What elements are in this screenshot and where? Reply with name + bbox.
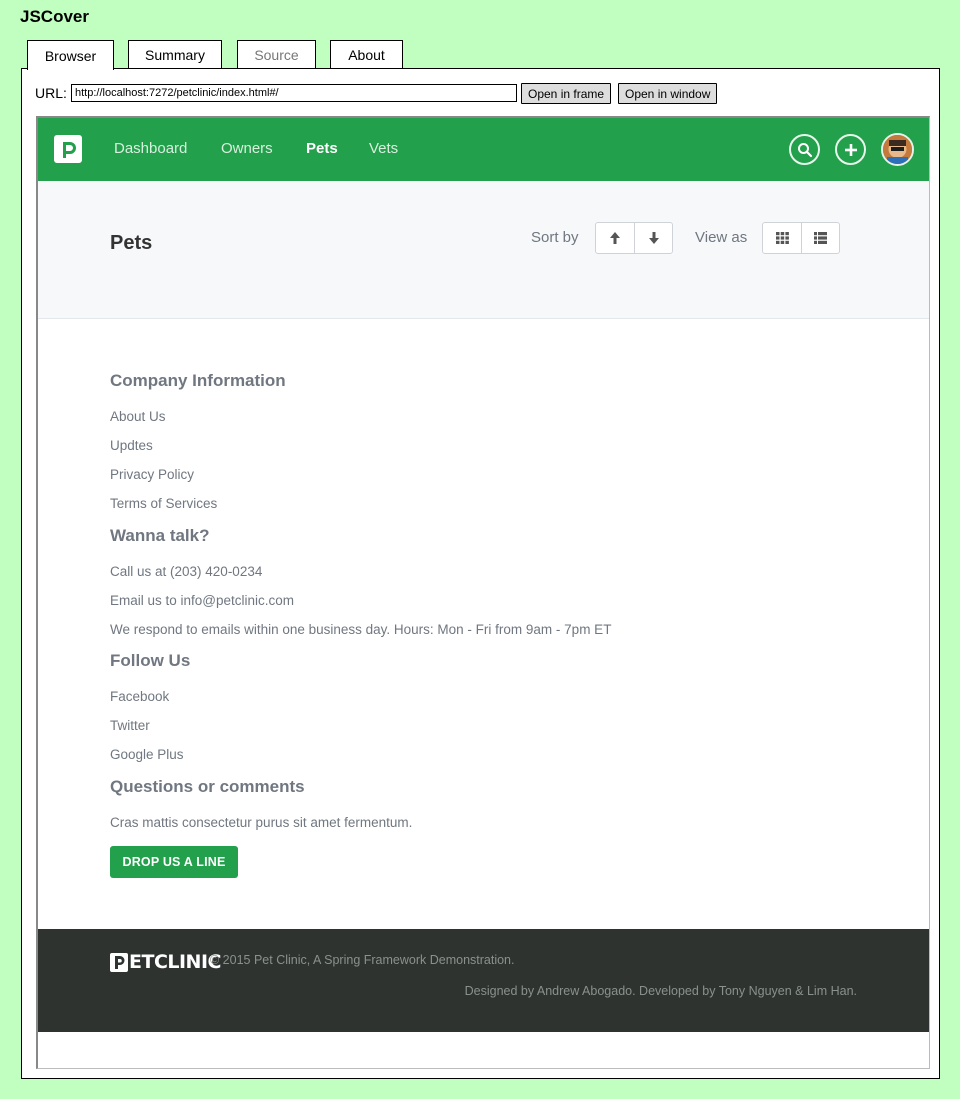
phone-text: Call us at (203) 420-0234 (110, 564, 263, 579)
user-avatar[interactable] (881, 133, 914, 166)
hours-text: We respond to emails within one business… (110, 622, 612, 637)
url-label: URL: (35, 85, 67, 101)
updates-link[interactable]: Updtes (110, 438, 153, 453)
petclinic-brand: ETCLINIC (110, 951, 221, 973)
about-us-link[interactable]: About Us (110, 409, 166, 424)
nav-dashboard[interactable]: Dashboard (114, 140, 187, 157)
plus-icon[interactable] (835, 134, 866, 165)
open-in-window-button[interactable]: Open in window (618, 83, 718, 104)
arrow-down-icon (648, 232, 659, 244)
url-input[interactable] (71, 84, 517, 102)
grid-view-button[interactable] (763, 223, 801, 253)
view-as-label: View as (695, 229, 748, 246)
questions-text: Cras mattis consectetur purus sit amet f… (110, 815, 413, 830)
page-title: Pets (110, 232, 153, 254)
follow-us-heading: Follow Us (110, 651, 191, 670)
list-view-icon (814, 232, 827, 244)
view-button-group (762, 222, 840, 254)
copyright-text: © 2015 Pet Clinic, A Spring Framework De… (210, 953, 515, 967)
petclinic-logo-icon[interactable] (54, 135, 82, 163)
arrow-up-icon (610, 232, 620, 244)
app-iframe[interactable]: Dashboard Owners Pets Vets Pets Sort by … (36, 116, 930, 1069)
sort-by-label: Sort by (531, 229, 579, 246)
sort-button-group (595, 222, 673, 254)
nav-owners[interactable]: Owners (221, 140, 273, 157)
tab-summary[interactable]: Summary (128, 40, 222, 69)
nav-vets[interactable]: Vets (369, 140, 398, 157)
petclinic-brand-icon (110, 952, 128, 972)
tab-source[interactable]: Source (237, 40, 316, 69)
questions-heading: Questions or comments (110, 777, 305, 796)
list-view-button[interactable] (801, 223, 839, 253)
wanna-talk-heading: Wanna talk? (110, 526, 210, 545)
company-info-heading: Company Information (110, 371, 286, 390)
open-in-frame-button[interactable]: Open in frame (521, 83, 612, 104)
credits-text: Designed by Andrew Abogado. Developed by… (464, 984, 857, 998)
google-plus-link[interactable]: Google Plus (110, 747, 184, 762)
browser-panel: URL: Open in frame Open in window Dashbo… (21, 68, 940, 1079)
twitter-link[interactable]: Twitter (110, 718, 150, 733)
top-navbar: Dashboard Owners Pets Vets (38, 118, 929, 181)
grid-view-icon (775, 232, 789, 244)
facebook-link[interactable]: Facebook (110, 689, 169, 704)
tab-about[interactable]: About (330, 40, 403, 69)
search-icon[interactable] (789, 134, 820, 165)
tab-browser[interactable]: Browser (27, 40, 114, 70)
site-footer-bar: ETCLINIC © 2015 Pet Clinic, A Spring Fra… (38, 929, 929, 1032)
terms-of-services-link[interactable]: Terms of Services (110, 496, 217, 511)
page-header: Pets Sort by View as (38, 181, 929, 319)
privacy-policy-link[interactable]: Privacy Policy (110, 467, 194, 482)
sort-desc-button[interactable] (634, 223, 672, 253)
brand-text: ETCLINIC (129, 951, 221, 973)
sort-asc-button[interactable] (596, 223, 634, 253)
nav-pets[interactable]: Pets (306, 140, 338, 157)
app-title: JSCover (20, 7, 89, 26)
drop-us-a-line-button[interactable]: DROP US A LINE (110, 846, 238, 878)
email-text: Email us to info@petclinic.com (110, 593, 295, 608)
